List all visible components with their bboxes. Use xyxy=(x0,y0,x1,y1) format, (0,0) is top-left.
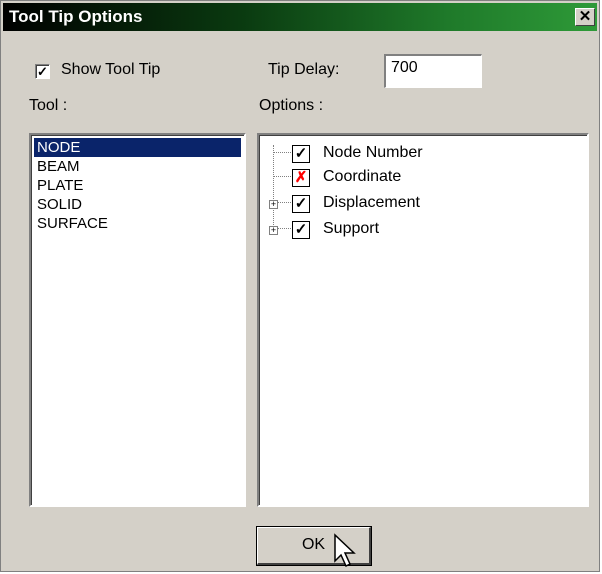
mouse-cursor-icon xyxy=(334,533,356,568)
options-tree[interactable]: ✓ Node Number ✗ Coordinate + ✓ Displacem… xyxy=(257,133,589,507)
show-tooltip-label: Show Tool Tip xyxy=(61,61,161,78)
list-item-solid[interactable]: SOLID xyxy=(34,195,244,214)
dialog-title: Tool Tip Options xyxy=(9,7,143,26)
checkmark-icon[interactable]: ✓ xyxy=(292,145,310,163)
tree-item-support[interactable]: + ✓ Support xyxy=(259,219,587,243)
close-icon: ✕ xyxy=(578,8,592,25)
list-item-plate[interactable]: PLATE xyxy=(34,176,244,195)
tree-item-coordinate[interactable]: ✗ Coordinate xyxy=(259,167,587,191)
tip-delay-label: Tip Delay: xyxy=(268,61,340,78)
plus-box-icon[interactable]: + xyxy=(269,226,278,235)
plus-box-icon[interactable]: + xyxy=(269,200,278,209)
tree-item-label: Node Number xyxy=(323,144,423,161)
list-item-node[interactable]: NODE xyxy=(34,138,241,157)
list-item-beam[interactable]: BEAM xyxy=(34,157,244,176)
show-tooltip-checkbox[interactable]: ✓ xyxy=(35,64,50,79)
tree-item-label: Coordinate xyxy=(323,168,402,185)
tool-label: Tool : xyxy=(29,97,68,114)
title-bar[interactable]: Tool Tip Options ✕ xyxy=(3,3,597,31)
checkmark-icon: ✓ xyxy=(37,64,48,79)
list-item-surface[interactable]: SURFACE xyxy=(34,214,244,233)
x-mark-icon[interactable]: ✗ xyxy=(292,169,310,187)
close-button[interactable]: ✕ xyxy=(575,8,595,26)
checkmark-icon[interactable]: ✓ xyxy=(292,195,310,213)
tool-tip-options-dialog: Tool Tip Options ✕ ✓ Show Tool Tip Tip D… xyxy=(0,0,600,572)
tool-listbox[interactable]: NODE BEAM PLATE SOLID SURFACE xyxy=(29,133,246,507)
tree-item-label: Support xyxy=(323,220,380,237)
options-label: Options : xyxy=(259,97,324,114)
tree-item-label: Displacement xyxy=(323,194,420,211)
checkmark-icon[interactable]: ✓ xyxy=(292,221,310,239)
tree-item-node-number[interactable]: ✓ Node Number xyxy=(259,143,587,167)
tip-delay-value: 700 xyxy=(391,59,418,76)
tip-delay-input[interactable]: 700 xyxy=(384,54,482,88)
tree-item-displacement[interactable]: + ✓ Displacement xyxy=(259,193,587,217)
